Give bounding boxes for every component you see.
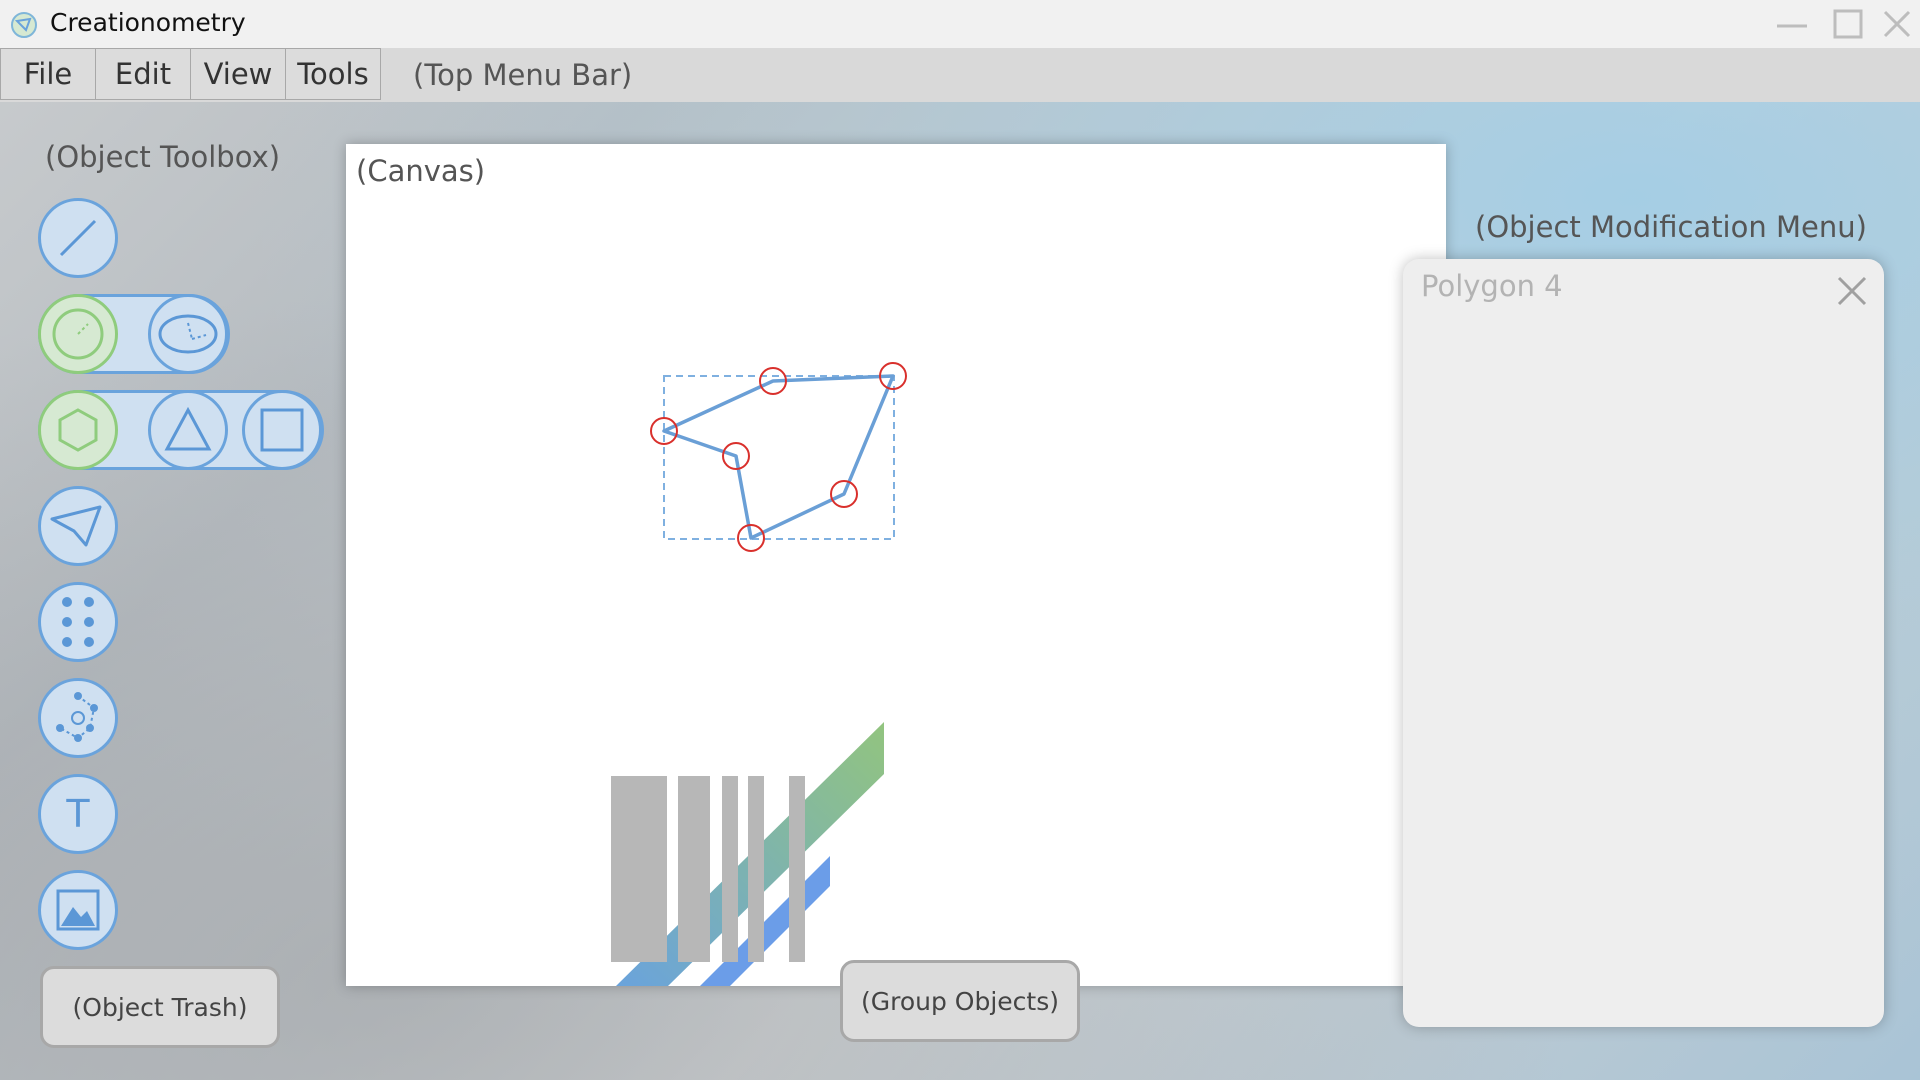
gray-bar-shape[interactable]	[722, 776, 738, 962]
gray-bar-shape[interactable]	[611, 776, 667, 962]
triangle-icon	[164, 406, 212, 451]
ellipse-icon	[158, 314, 218, 354]
object-trash[interactable]: (Object Trash)	[40, 966, 280, 1048]
maximize-icon	[1833, 9, 1863, 39]
maximize-button[interactable]	[1830, 8, 1866, 40]
circle-tool[interactable]	[38, 294, 118, 374]
rotation-tool[interactable]	[38, 678, 118, 758]
object-modification-panel: Polygon 4	[1403, 259, 1884, 1027]
polygon-icon	[50, 505, 102, 547]
points-icon	[62, 597, 94, 647]
menu-edit[interactable]: Edit	[95, 48, 191, 100]
panel-close-button[interactable]	[1834, 273, 1870, 309]
rotation-icon	[56, 692, 98, 742]
modification-menu-annotation: (Object Modification Menu)	[1475, 210, 1867, 244]
gray-bar-shape[interactable]	[678, 776, 710, 962]
line-tool[interactable]	[38, 198, 118, 278]
top-menu-bar: File Edit View Tools (Top Menu Bar)	[0, 48, 1920, 102]
text-tool[interactable]: T	[38, 774, 118, 854]
close-window-button[interactable]	[1878, 8, 1914, 40]
image-tool[interactable]	[38, 870, 118, 950]
polygon-tool[interactable]	[38, 486, 118, 566]
panel-title: Polygon 4	[1421, 269, 1563, 303]
text-icon: T	[66, 792, 90, 836]
close-icon	[1883, 10, 1911, 38]
menu-view[interactable]: View	[190, 48, 286, 100]
square-icon	[260, 408, 304, 452]
app-logo-icon	[11, 12, 37, 38]
ellipse-tool[interactable]	[148, 294, 228, 374]
toolbox-annotation: (Object Toolbox)	[45, 140, 281, 174]
window-title: Creationometry	[50, 8, 246, 37]
line-icon	[59, 219, 97, 257]
hexagon-icon	[58, 408, 98, 452]
triangle-tool[interactable]	[148, 390, 228, 470]
square-tool[interactable]	[242, 390, 322, 470]
polygon-4-shape[interactable]	[662, 374, 895, 540]
menu-file[interactable]: File	[0, 48, 96, 100]
title-bar: Creationometry	[0, 0, 1920, 48]
hexagon-tool[interactable]	[38, 390, 118, 470]
menu-tools[interactable]: Tools	[285, 48, 381, 100]
group-objects-button[interactable]: (Group Objects)	[840, 960, 1080, 1042]
canvas-drawing	[611, 362, 907, 986]
points-tool[interactable]	[38, 582, 118, 662]
gray-bar-shape[interactable]	[748, 776, 764, 962]
image-icon	[56, 889, 100, 931]
circle-icon	[52, 308, 104, 360]
drawing-canvas[interactable]: (Canvas)	[346, 144, 1446, 986]
minimize-icon	[1777, 24, 1807, 28]
minimize-button[interactable]	[1774, 8, 1810, 40]
close-icon	[1837, 276, 1867, 306]
gray-bar-shape[interactable]	[789, 776, 805, 962]
menu-bar-annotation: (Top Menu Bar)	[413, 58, 633, 92]
